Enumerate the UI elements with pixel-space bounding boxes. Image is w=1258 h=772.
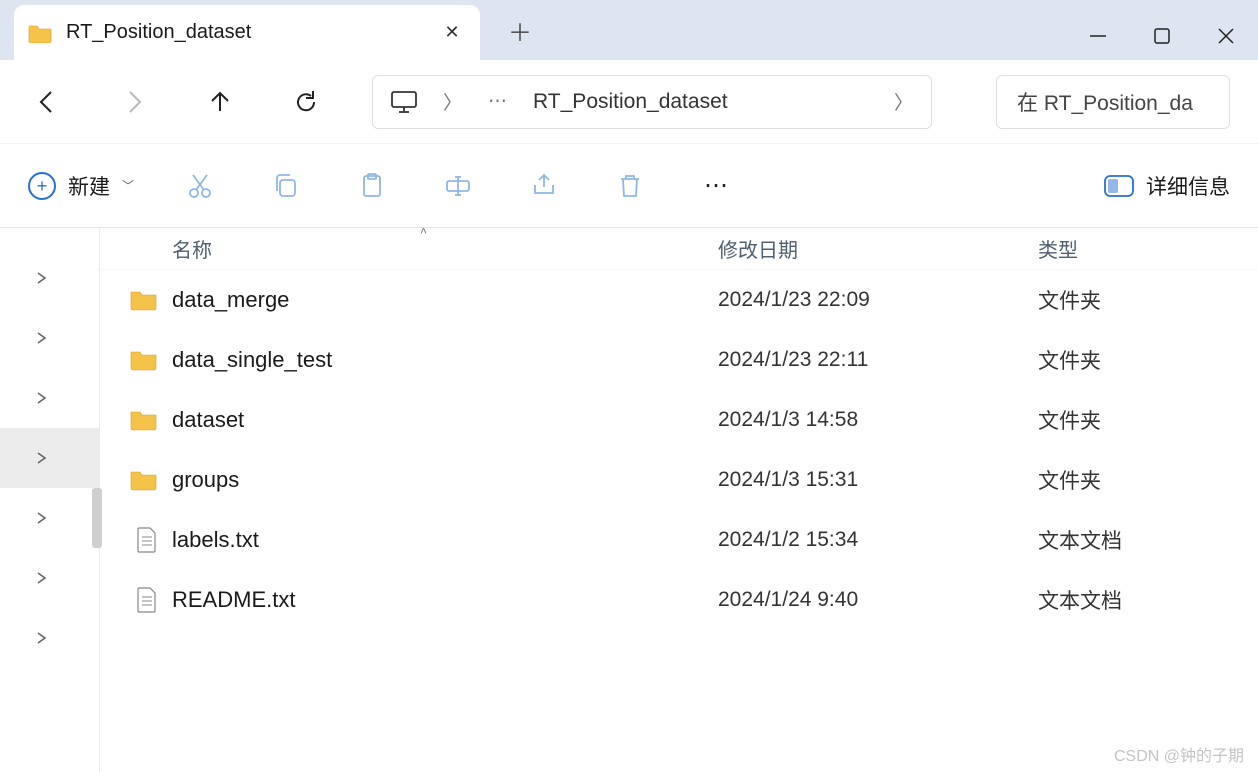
- address-bar[interactable]: 〉 ⋯ RT_Position_dataset 〉: [372, 75, 932, 129]
- details-icon: [1104, 175, 1134, 197]
- more-button[interactable]: ⋯: [696, 166, 736, 206]
- file-name: data_single_test: [172, 347, 718, 373]
- chevron-right-icon[interactable]: 〉: [894, 88, 913, 115]
- folder-icon: [100, 289, 172, 311]
- file-date: 2024/1/24 9:40: [718, 588, 1038, 612]
- maximize-button[interactable]: [1130, 12, 1194, 60]
- text-file-icon: [100, 527, 172, 553]
- search-placeholder: 在 RT_Position_da: [1017, 87, 1193, 117]
- file-row[interactable]: data_single_test2024/1/23 22:11文件夹: [100, 330, 1258, 390]
- cut-button[interactable]: [180, 166, 220, 206]
- monitor-icon: [391, 91, 417, 113]
- tab-title: RT_Position_dataset: [66, 21, 424, 44]
- file-name: data_merge: [172, 287, 718, 313]
- chevron-down-icon: ﹀: [122, 177, 134, 194]
- title-bar: RT_Position_dataset ✕ ＋: [0, 0, 1258, 60]
- window-controls: [1066, 12, 1258, 60]
- details-label: 详细信息: [1146, 171, 1230, 201]
- column-type-header[interactable]: 类型: [1038, 234, 1258, 263]
- content-area: ˄ 名称 修改日期 类型 data_merge2024/1/23 22:09文件…: [0, 228, 1258, 772]
- file-row[interactable]: groups2024/1/3 15:31文件夹: [100, 450, 1258, 510]
- up-button[interactable]: [200, 82, 240, 122]
- file-type: 文件夹: [1038, 285, 1258, 315]
- window-tab[interactable]: RT_Position_dataset ✕: [14, 5, 480, 60]
- file-type: 文件夹: [1038, 405, 1258, 435]
- folder-icon: [100, 349, 172, 371]
- file-row[interactable]: dataset2024/1/3 14:58文件夹: [100, 390, 1258, 450]
- back-button[interactable]: [28, 82, 68, 122]
- command-toolbar: + 新建 ﹀ ⋯ 详细信息: [0, 144, 1258, 228]
- column-name-header[interactable]: 名称: [100, 234, 718, 263]
- plus-circle-icon: +: [28, 172, 56, 200]
- file-date: 2024/1/3 15:31: [718, 468, 1038, 492]
- scrollbar-thumb[interactable]: [92, 488, 102, 548]
- close-window-button[interactable]: [1194, 12, 1258, 60]
- tree-item[interactable]: [0, 428, 99, 488]
- breadcrumb-current[interactable]: RT_Position_dataset: [533, 90, 728, 114]
- watermark: CSDN @钟的子期: [1114, 742, 1244, 766]
- tree-item[interactable]: [0, 488, 99, 548]
- sort-indicator-icon: ˄: [420, 228, 427, 238]
- file-date: 2024/1/23 22:11: [718, 348, 1038, 372]
- copy-button[interactable]: [266, 166, 306, 206]
- details-view-button[interactable]: 详细信息: [1104, 171, 1230, 201]
- delete-button[interactable]: [610, 166, 650, 206]
- nav-bar: 〉 ⋯ RT_Position_dataset 〉 在 RT_Position_…: [0, 60, 1258, 144]
- file-date: 2024/1/2 15:34: [718, 528, 1038, 552]
- tree-item[interactable]: [0, 308, 99, 368]
- file-row[interactable]: labels.txt2024/1/2 15:34文本文档: [100, 510, 1258, 570]
- new-button[interactable]: + 新建 ﹀: [28, 171, 134, 201]
- file-type: 文件夹: [1038, 345, 1258, 375]
- tree-item[interactable]: [0, 368, 99, 428]
- close-tab-icon[interactable]: ✕: [438, 22, 466, 43]
- refresh-button[interactable]: [286, 82, 326, 122]
- file-name: README.txt: [172, 587, 718, 613]
- text-file-icon: [100, 587, 172, 613]
- file-list: ˄ 名称 修改日期 类型 data_merge2024/1/23 22:09文件…: [100, 228, 1258, 772]
- file-date: 2024/1/23 22:09: [718, 288, 1038, 312]
- file-name: labels.txt: [172, 527, 718, 553]
- file-row[interactable]: data_merge2024/1/23 22:09文件夹: [100, 270, 1258, 330]
- minimize-button[interactable]: [1066, 12, 1130, 60]
- navigation-pane: [0, 228, 100, 772]
- folder-icon: [28, 23, 52, 43]
- share-button[interactable]: [524, 166, 564, 206]
- ellipsis-icon[interactable]: ⋯: [488, 90, 507, 113]
- search-input[interactable]: 在 RT_Position_da: [996, 75, 1230, 129]
- forward-button[interactable]: [114, 82, 154, 122]
- file-row[interactable]: README.txt2024/1/24 9:40文本文档: [100, 570, 1258, 630]
- file-name: groups: [172, 467, 718, 493]
- file-name: dataset: [172, 407, 718, 433]
- file-date: 2024/1/3 14:58: [718, 408, 1038, 432]
- file-type: 文本文档: [1038, 525, 1258, 555]
- rename-button[interactable]: [438, 166, 478, 206]
- new-tab-button[interactable]: ＋: [500, 13, 540, 60]
- chevron-right-icon[interactable]: 〉: [443, 88, 462, 115]
- tree-item[interactable]: [0, 608, 99, 668]
- tree-item[interactable]: [0, 248, 99, 308]
- tree-item[interactable]: [0, 548, 99, 608]
- paste-button[interactable]: [352, 166, 392, 206]
- column-headers: ˄ 名称 修改日期 类型: [100, 228, 1258, 270]
- column-date-header[interactable]: 修改日期: [718, 234, 1038, 263]
- folder-icon: [100, 409, 172, 431]
- file-type: 文件夹: [1038, 465, 1258, 495]
- new-label: 新建: [68, 171, 110, 201]
- folder-icon: [100, 469, 172, 491]
- file-type: 文本文档: [1038, 585, 1258, 615]
